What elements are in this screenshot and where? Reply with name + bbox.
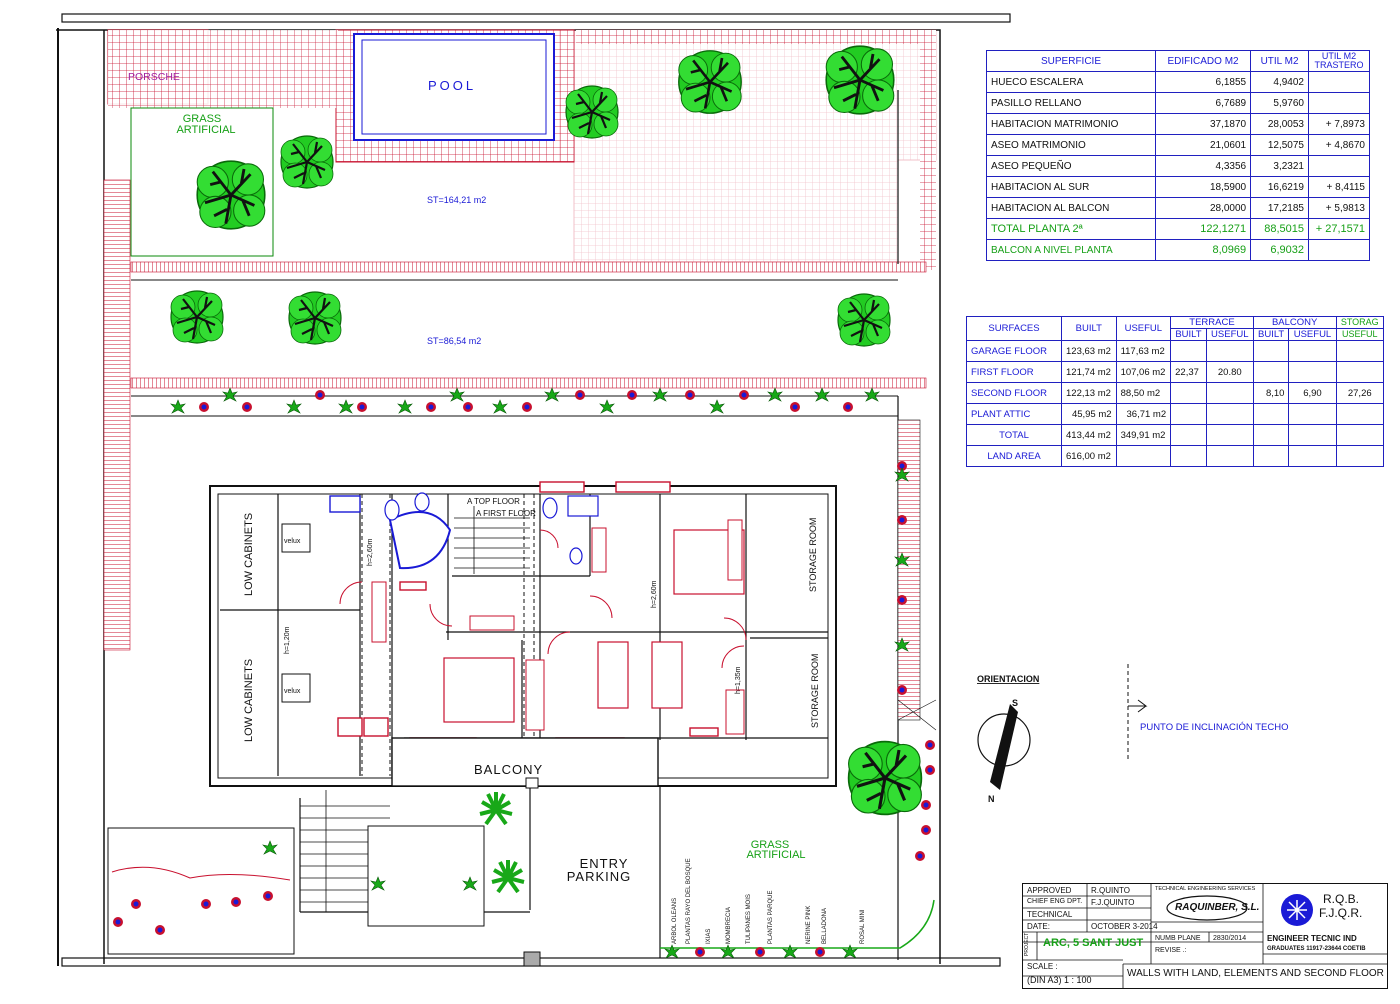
scale-label: SCALE : xyxy=(1027,962,1058,971)
site-top-wall xyxy=(61,13,1011,23)
engineer-label: ENGINEER TECNIC IND xyxy=(1267,934,1357,943)
top-floor-label: A TOP FLOOR xyxy=(467,497,520,506)
t2-header-surfaces: SURFACES xyxy=(966,316,1062,341)
first-floor-label: A FIRST FLOOR xyxy=(476,509,536,518)
table-row: HUECO ESCALERA 6,1855 4,9402 xyxy=(986,71,1370,93)
plant-label-7: NERINE PINK xyxy=(806,906,812,944)
height-label-1: h=2,60m xyxy=(367,538,374,566)
chief-label: CHIEF ENG DPT. xyxy=(1027,898,1083,905)
table-total-row: TOTAL PLANTA 2ª 122,1271 88,5015 + 27,1571 xyxy=(986,218,1370,240)
plant-label-2: PLANTAS RAYO DEL BOSQUE xyxy=(686,858,692,944)
numb-plane-value: 2830/2014 xyxy=(1213,935,1247,942)
revise-label: REVISE .: xyxy=(1155,947,1187,954)
t2-header-useful: USEFUL xyxy=(1115,316,1172,341)
project-name: ARC, 5 SANT JUST xyxy=(1043,937,1144,949)
table-row: ASEO PEQUEÑO 4,3356 3,2321 xyxy=(986,155,1370,177)
st-label-2: ST=86,54 m2 xyxy=(427,336,481,346)
technical-label: TECHNICAL xyxy=(1027,910,1073,919)
st-label-1: ST=164,21 m2 xyxy=(427,195,486,205)
plant-label-9: ROSAL MINI xyxy=(860,909,866,944)
plant-label-1: ARBOL OLEANS xyxy=(672,898,678,944)
numb-plane-label: NUMB PLANE xyxy=(1155,935,1201,942)
height-label-2: h=1,20m xyxy=(284,626,291,654)
table-row: GARAGE FLOOR 123,63 m2 117,63 m2 xyxy=(966,340,1384,362)
velux-label-1: velux xyxy=(284,538,301,545)
roof-slope-label: PUNTO DE INCLINACIÓN TECHO xyxy=(1140,722,1289,733)
t1-header-4: UTIL M2 TRASTERO xyxy=(1308,50,1370,72)
height-label-4: h=1,35m xyxy=(735,666,742,694)
storage-room-label-2: STORAGE ROOM xyxy=(810,654,820,728)
table-row: HABITACION AL BALCON 28,0000 17,2185 + 5,98… xyxy=(986,197,1370,219)
english-area-table: SURFACES BUILT USEFUL TERRACE BALCONY ST… xyxy=(966,316,1384,467)
t2-header-terrace: TERRACE xyxy=(1170,316,1254,329)
title-block: APPROVED R.QUINTO CHIEF ENG DPT. F.J.QUI… xyxy=(1022,883,1388,989)
table-row: HABITACION MATRIMONIO 37,1870 28,0053 + 7,8… xyxy=(986,113,1370,135)
t2-header-storag: STORAG xyxy=(1335,316,1384,329)
table-row: TOTAL 413,44 m2 349,91 m2 xyxy=(966,424,1384,446)
plant-label-5: TULIPANES MOIS xyxy=(746,894,752,944)
table-balcony-row: BALCON A NIVEL PLANTA 8,0969 6,9032 xyxy=(986,239,1370,261)
plant-label-6: PLANTAS PARQUE xyxy=(768,891,774,944)
orientation-label: ORIENTACION xyxy=(977,674,1039,684)
t1-header-3: UTIL M2 xyxy=(1250,50,1309,72)
chief-by: F.J.QUINTO xyxy=(1091,898,1135,907)
table-row: PASILLO RELLANO 6,7689 5,9760 xyxy=(986,92,1370,114)
table-row: LAND AREA 616,00 m2 xyxy=(966,445,1384,467)
approved-label: APPROVED xyxy=(1027,886,1072,895)
drawing-title: WALLS WITH LAND, ELEMENTS AND SECOND FLO… xyxy=(1127,968,1384,979)
table-row: SECOND FLOOR 122,13 m2 88,50 m2 8,10 6,90 27,… xyxy=(966,382,1384,404)
plant-label-8: BELLADONA xyxy=(822,908,828,944)
compass-s-label: S xyxy=(1012,698,1018,708)
velux-label-2: velux xyxy=(284,688,301,695)
height-label-3: h=2,60m xyxy=(651,580,658,608)
initials-1: R.Q.B. xyxy=(1323,892,1360,906)
t2-header-balcony: BALCONY xyxy=(1252,316,1337,329)
table-row: HABITACION AL SUR 18,5900 16,6219 + 8,4115 xyxy=(986,176,1370,198)
table-row: FIRST FLOOR 121,74 m2 107,06 m2 22,37 20.80 xyxy=(966,361,1384,383)
grass-label-4: ARTIFICIAL xyxy=(746,849,805,861)
low-cabinets-label-1: LOW CABINETS xyxy=(243,513,255,596)
table-row: PLANT ATTIC 45,95 m2 36,71 m2 xyxy=(966,403,1384,425)
grass-label-2: ARTIFICIAL xyxy=(176,124,235,136)
date-value: OCTOBER 3-2014 xyxy=(1091,922,1158,931)
services-label: TECHNICAL ENGINEERING SERVICES xyxy=(1155,886,1256,892)
company-name: RAQUINBER, S.L. xyxy=(1175,902,1260,913)
low-cabinets-label-2: LOW CABINETS xyxy=(243,659,255,742)
t2-header-built: BUILT xyxy=(1061,316,1117,341)
balcony-label: BALCONY xyxy=(474,762,543,777)
table-row: ASEO MATRIMONIO 21,0601 12,5075 + 4,8670 xyxy=(986,134,1370,156)
initials-2: F.J.Q.R. xyxy=(1319,906,1363,920)
t1-header-1: SUPERFICIE xyxy=(986,50,1156,72)
porsche-label: PORSCHE xyxy=(128,71,180,83)
scale-value: (DIN A3) 1 : 100 xyxy=(1027,975,1092,985)
storage-room-label-1: STORAGE ROOM xyxy=(808,518,818,592)
parking-label: PARKING xyxy=(567,869,632,884)
plant-label-4: MOMBRECIA xyxy=(726,907,732,944)
t1-header-2: EDIFICADO M2 xyxy=(1154,50,1252,72)
pool-label: POOL xyxy=(428,78,476,93)
plant-label-3: IXIAS xyxy=(706,929,712,944)
approved-by: R.QUINTO xyxy=(1091,886,1130,895)
compass-n-label: N xyxy=(988,794,995,804)
spanish-area-table: SUPERFICIE EDIFICADO M2 UTIL M2 UTIL M2 … xyxy=(986,50,1370,261)
date-label: DATE: xyxy=(1027,922,1050,931)
project-label: PROJECT xyxy=(1024,932,1030,956)
graduates-label: GRADUATES 11917-23644 COETIB xyxy=(1267,946,1366,952)
